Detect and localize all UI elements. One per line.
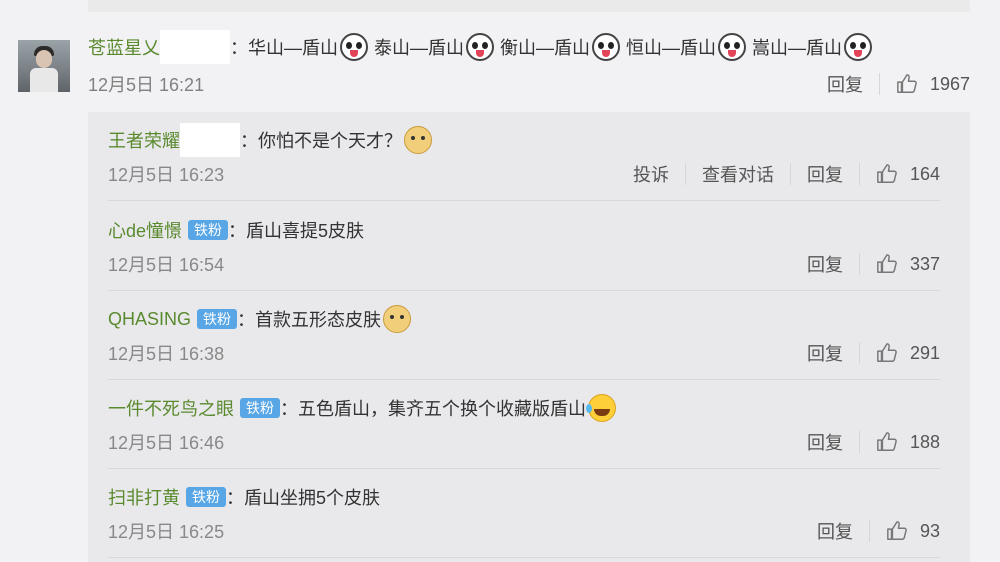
action-divider (858, 431, 860, 453)
panda-tongue-emoji-icon (466, 33, 494, 61)
fan-badge: 铁粉 (197, 309, 238, 329)
avatar[interactable] (18, 40, 70, 92)
comment-text-part: 恒山—盾山 (626, 38, 716, 58)
reply-button[interactable]: 回复 (807, 429, 843, 455)
thumbs-up-icon (877, 254, 897, 273)
thumbs-up-icon (877, 164, 897, 183)
like-button[interactable]: 93 (886, 520, 940, 542)
like-button[interactable]: 337 (876, 253, 940, 275)
reply-username[interactable]: 一件不死鸟之眼 (108, 395, 234, 421)
timestamp: 12月5日 16:46 (108, 433, 225, 453)
thumbs-up-icon (877, 432, 897, 451)
main-comment-meta: 12月5日 16:21 回复 1967 (88, 64, 970, 104)
username-mask (160, 30, 230, 64)
timestamp: 12月5日 16:23 (108, 165, 225, 185)
fan-badge: 铁粉 (186, 487, 226, 507)
comment-text-part: 嵩山—盾山 (752, 38, 842, 58)
panda-tongue-emoji-icon (844, 33, 872, 61)
thumbs-up-icon (877, 343, 897, 362)
action-divider (789, 163, 791, 185)
action-divider (868, 520, 870, 542)
reply-button[interactable]: 回复 (807, 251, 843, 277)
comment-text-part: 衡山—盾山 (500, 38, 590, 58)
reply-item: QHASING 铁粉 ：首款五形态皮肤 12月5日 16:38 回复 291 (108, 291, 940, 380)
avatar-body (30, 68, 58, 92)
view-conversation-button[interactable]: 查看对话 (702, 161, 774, 187)
panda-tongue-emoji-icon (592, 33, 620, 61)
doge-emoji-icon (404, 126, 432, 154)
reply-meta: 12月5日 16:25 回复 93 (108, 513, 940, 549)
reply-content: QHASING 铁粉 ：首款五形态皮肤 (108, 303, 417, 335)
reply-username[interactable]: 王者荣耀 (108, 127, 180, 153)
like-count: 1967 (929, 73, 970, 94)
main-comment-username[interactable]: 苍蓝星乂 (88, 34, 160, 60)
timestamp: 12月5日 16:21 (88, 75, 205, 95)
fan-badge: 铁粉 (240, 398, 280, 418)
reply-content: 一件不死鸟之眼 铁粉 ：五色盾山，集齐五个换个收藏版盾山 (108, 392, 622, 424)
reply-text: ：盾山喜提5皮肤 (228, 221, 365, 241)
comment-text-part: 泰山—盾山 (374, 38, 464, 58)
reply-content: 王者荣耀 ：你怕不是个天才？ (108, 123, 438, 157)
top-divider (88, 0, 970, 12)
action-divider (684, 163, 686, 185)
action-divider (858, 163, 860, 185)
reply-item: 王者荣耀 ：你怕不是个天才？ 12月5日 16:23 投诉 查看对话 回复 16… (108, 112, 940, 201)
fan-badge: 铁粉 (188, 220, 229, 240)
panda-tongue-emoji-icon (718, 33, 746, 61)
replies-panel: 王者荣耀 ：你怕不是个天才？ 12月5日 16:23 投诉 查看对话 回复 16… (88, 112, 970, 562)
reply-item: 一件不死鸟之眼 铁粉 ：五色盾山，集齐五个换个收藏版盾山 12月5日 16:46… (108, 380, 940, 469)
report-button[interactable]: 投诉 (633, 161, 669, 187)
thumbs-up-icon (887, 521, 907, 540)
like-count: 188 (909, 431, 940, 452)
like-button[interactable]: 188 (876, 431, 940, 453)
username-mask (180, 123, 240, 157)
like-count: 164 (909, 163, 940, 184)
comment-text-part: ：华山—盾山 (230, 38, 338, 58)
avatar-head (36, 50, 52, 68)
reply-content: 心de憧憬 铁粉 ：盾山喜提5皮肤 (108, 214, 364, 246)
reply-username[interactable]: 扫非打黄 (108, 484, 180, 510)
reply-username[interactable]: 心de憧憬 (108, 217, 182, 243)
reply-button[interactable]: 回复 (807, 161, 843, 187)
reply-text: ：五色盾山，集齐五个换个收藏版盾山 (280, 399, 586, 419)
action-divider (878, 73, 880, 95)
like-count: 291 (909, 342, 940, 363)
reply-meta: 12月5日 16:54 回复 337 (108, 246, 940, 282)
thumbs-up-icon (897, 74, 917, 93)
like-button[interactable]: 164 (876, 163, 940, 185)
reply-text: ：你怕不是个天才？ (240, 131, 402, 151)
laugh-cry-emoji-icon (586, 394, 616, 422)
reply-username[interactable]: QHASING (108, 309, 191, 330)
reply-meta: 12月5日 16:38 回复 291 (108, 335, 940, 371)
panda-tongue-emoji-icon (340, 33, 368, 61)
main-comment-content: 苍蓝星乂 ：华山—盾山 泰山—盾山 衡山—盾山 恒山—盾山 嵩山—盾山 (88, 30, 970, 64)
reply-item: 扫非打黄 铁粉 ：盾山坐拥5个皮肤 12月5日 16:25 回复 93 (108, 469, 940, 558)
timestamp: 12月5日 16:25 (108, 522, 225, 542)
action-divider (858, 253, 860, 275)
main-comment: 苍蓝星乂 ：华山—盾山 泰山—盾山 衡山—盾山 恒山—盾山 嵩山—盾山 12月5… (88, 30, 970, 104)
reply-meta: 12月5日 16:46 回复 188 (108, 424, 940, 460)
like-count: 337 (909, 253, 940, 274)
action-divider (858, 342, 860, 364)
reply-content: 扫非打黄 铁粉 ：盾山坐拥5个皮肤 (108, 481, 380, 513)
doge-emoji-icon (383, 305, 412, 333)
timestamp: 12月5日 16:54 (108, 255, 225, 275)
reply-button[interactable]: 回复 (807, 340, 843, 366)
like-button[interactable]: 1967 (896, 73, 970, 95)
reply-meta: 12月5日 16:23 投诉 查看对话 回复 164 (108, 156, 940, 192)
reply-button[interactable]: 回复 (817, 518, 853, 544)
reply-item: 心de憧憬 铁粉 ：盾山喜提5皮肤 12月5日 16:54 回复 337 (108, 202, 940, 291)
reply-button[interactable]: 回复 (827, 71, 863, 97)
reply-text: ：盾山坐拥5个皮肤 (226, 488, 381, 508)
reply-text: ：首款五形态皮肤 (237, 310, 382, 330)
like-count: 93 (919, 520, 940, 541)
timestamp: 12月5日 16:38 (108, 344, 225, 364)
like-button[interactable]: 291 (876, 342, 940, 364)
